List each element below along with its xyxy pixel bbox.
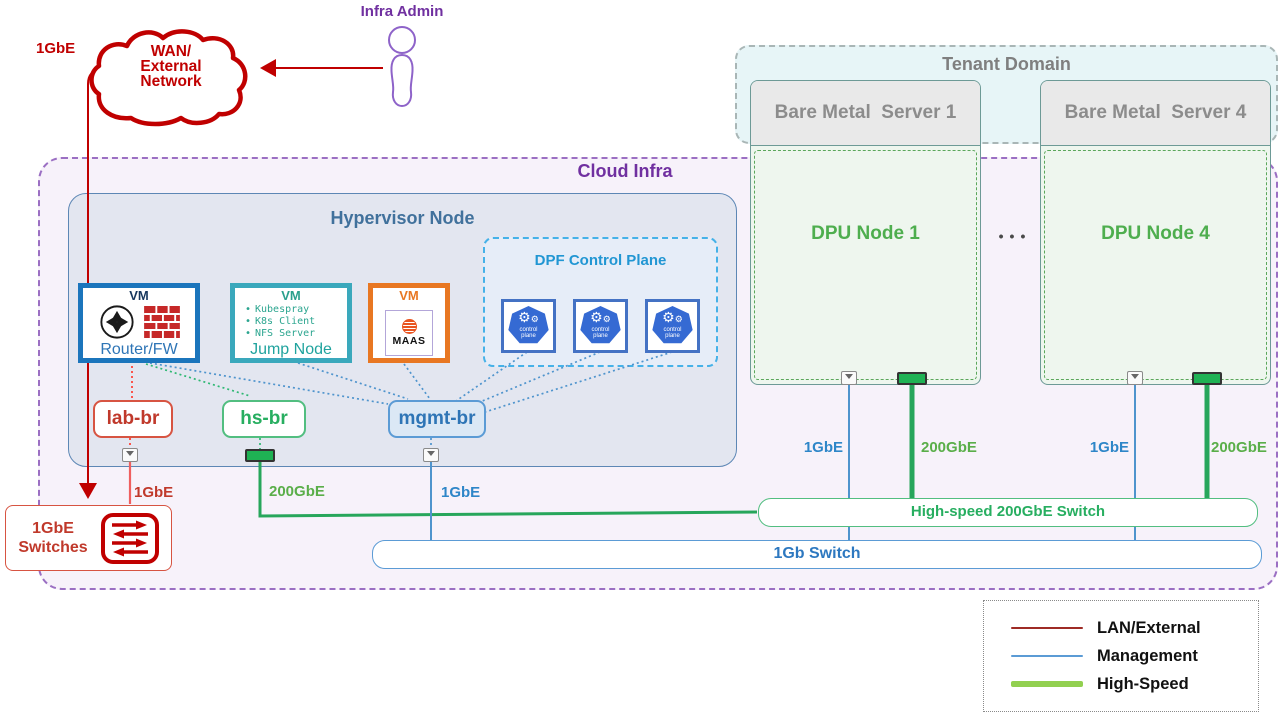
network-architecture-diagram: Tenant Domain Cloud Infra Hypervisor Nod… bbox=[0, 0, 1282, 716]
jump-node-label: Jump Node bbox=[250, 341, 332, 358]
speed-label: 1GbE bbox=[134, 484, 174, 501]
cloud-infra-title: Cloud Infra bbox=[577, 161, 673, 181]
legend-line-management bbox=[1011, 654, 1083, 658]
bridge-label: hs-br bbox=[240, 408, 288, 429]
gear-icon: ⚙ bbox=[602, 314, 611, 324]
router-fw-label: Router/FW bbox=[100, 341, 178, 358]
highspeed-200gbe-switch: High-speed 200GbE Switch bbox=[758, 498, 1258, 527]
cp-icon-label: plane bbox=[665, 333, 680, 339]
switch-label: High-speed 200GbE Switch bbox=[910, 503, 1106, 520]
speed-label: 1GbE bbox=[1089, 439, 1129, 456]
control-plane-icon: ⚙⚙ control plane bbox=[501, 299, 556, 353]
list-item: • K8s Client bbox=[241, 316, 347, 328]
nic-port-icon bbox=[122, 448, 138, 462]
highspeed-nic-icon bbox=[245, 449, 275, 462]
cp-icon-label: plane bbox=[593, 333, 608, 339]
router-fw-vm: VM Router/FW bbox=[78, 283, 200, 363]
wan-label-line: External bbox=[140, 58, 202, 75]
1gbe-switches: 1GbE Switches bbox=[5, 505, 172, 571]
gear-icon: ⚙ bbox=[674, 314, 683, 324]
legend-label: LAN/External bbox=[1097, 618, 1201, 637]
dpu-node-1-title: DPU Node 1 bbox=[811, 223, 920, 244]
bridge-lab-br: lab-br bbox=[93, 400, 173, 438]
gear-icon: ⚙ bbox=[662, 309, 675, 325]
bare-metal-server-1: Bare Metal Server 1 DPU Node 1 bbox=[750, 80, 981, 385]
router-icon bbox=[100, 304, 134, 339]
bridge-hs-br: hs-br bbox=[222, 400, 306, 438]
1gbe-switches-label: 1GbE Switches bbox=[6, 519, 100, 557]
jump-item-label: NFS Server bbox=[255, 327, 316, 339]
bullet-icon: • bbox=[244, 327, 252, 339]
kubernetes-heptagon-icon: ⚙⚙ control plane bbox=[508, 306, 549, 344]
dpu-node-4: DPU Node 4 bbox=[1044, 150, 1267, 380]
list-item: • Kubespray bbox=[241, 304, 347, 316]
bridge-label: mgmt-br bbox=[398, 408, 476, 429]
infra-admin-label: Infra Admin bbox=[360, 3, 444, 20]
jump-item-label: Kubespray bbox=[255, 303, 310, 315]
jump-node-vm: VM • Kubespray • K8s Client • NFS Server… bbox=[230, 283, 352, 363]
bare-metal-server-4: Bare Metal Server 4 DPU Node 4 bbox=[1040, 80, 1271, 385]
legend-row: LAN/External bbox=[984, 614, 1258, 642]
hypervisor-node-title: Hypervisor Node bbox=[330, 208, 475, 228]
bridge-mgmt-br: mgmt-br bbox=[388, 400, 486, 438]
switch-label-line: Switches bbox=[18, 539, 88, 556]
nic-port-icon bbox=[423, 448, 439, 462]
legend-line-lan bbox=[1011, 626, 1083, 630]
switch-label: 1Gb Switch bbox=[773, 545, 861, 562]
maas-vm: VM MAAS bbox=[368, 283, 450, 363]
jump-item-label: K8s Client bbox=[255, 315, 316, 327]
tenant-domain-title: Tenant Domain bbox=[942, 54, 1071, 74]
firewall-icon bbox=[144, 305, 180, 338]
speed-label: 200GbE bbox=[269, 483, 325, 500]
speed-label: 200GbE bbox=[1211, 439, 1267, 456]
ethernet-switch-icon bbox=[101, 512, 159, 564]
dpu-node-1: DPU Node 1 bbox=[754, 150, 977, 380]
switch-label-line: 1GbE bbox=[32, 520, 74, 537]
speed-label: 200GbE bbox=[921, 439, 977, 456]
highspeed-nic-icon bbox=[1192, 372, 1222, 385]
wan-label-line: WAN/ bbox=[150, 43, 192, 60]
nic-port-icon bbox=[841, 371, 857, 385]
bridge-label: lab-br bbox=[106, 408, 160, 429]
highspeed-nic-icon bbox=[897, 372, 927, 385]
speed-label: 1GbE bbox=[803, 439, 843, 456]
bare-metal-server-4-title: Bare Metal Server 4 bbox=[1041, 81, 1270, 146]
vm-tag: VM bbox=[399, 288, 419, 303]
wan-label-line: Network bbox=[140, 73, 202, 90]
servers-ellipsis: ••• bbox=[998, 228, 1032, 244]
person-icon bbox=[388, 26, 416, 108]
control-plane-icon: ⚙⚙ control plane bbox=[645, 299, 700, 353]
legend-label: High-Speed bbox=[1097, 674, 1189, 693]
wan-cloud-label: WAN/ External Network bbox=[113, 43, 229, 90]
vm-tag: VM bbox=[129, 288, 149, 303]
dpu-node-4-title: DPU Node 4 bbox=[1101, 223, 1210, 244]
legend: LAN/External Management High-Speed bbox=[983, 600, 1259, 712]
gear-icon: ⚙ bbox=[530, 314, 539, 324]
legend-row: Management bbox=[984, 642, 1258, 670]
kubernetes-heptagon-icon: ⚙⚙ control plane bbox=[580, 306, 621, 344]
kubernetes-heptagon-icon: ⚙⚙ control plane bbox=[652, 306, 693, 344]
legend-label: Management bbox=[1097, 646, 1198, 665]
control-plane-icon: ⚙⚙ control plane bbox=[573, 299, 628, 353]
maas-logo: MAAS bbox=[385, 310, 433, 356]
speed-label: 1GbE bbox=[36, 40, 76, 57]
maas-logo-icon bbox=[401, 319, 417, 334]
jump-node-services: • Kubespray • K8s Client • NFS Server bbox=[241, 304, 347, 340]
bare-metal-server-1-title: Bare Metal Server 1 bbox=[751, 81, 980, 146]
1gb-switch: 1Gb Switch bbox=[372, 540, 1262, 569]
gear-icon: ⚙ bbox=[518, 309, 531, 325]
list-item: • NFS Server bbox=[241, 328, 347, 340]
maas-logo-text: MAAS bbox=[392, 335, 426, 347]
bullet-icon: • bbox=[244, 303, 252, 315]
speed-label: 1GbE bbox=[441, 484, 481, 501]
nic-port-icon bbox=[1127, 371, 1143, 385]
gear-icon: ⚙ bbox=[590, 309, 603, 325]
legend-line-highspeed bbox=[1011, 681, 1083, 687]
bullet-icon: • bbox=[244, 315, 252, 327]
cp-icon-label: plane bbox=[521, 333, 536, 339]
legend-row: High-Speed bbox=[984, 670, 1258, 698]
dpf-control-plane-title: DPF Control Plane bbox=[534, 252, 667, 269]
vm-tag: VM bbox=[281, 288, 301, 303]
